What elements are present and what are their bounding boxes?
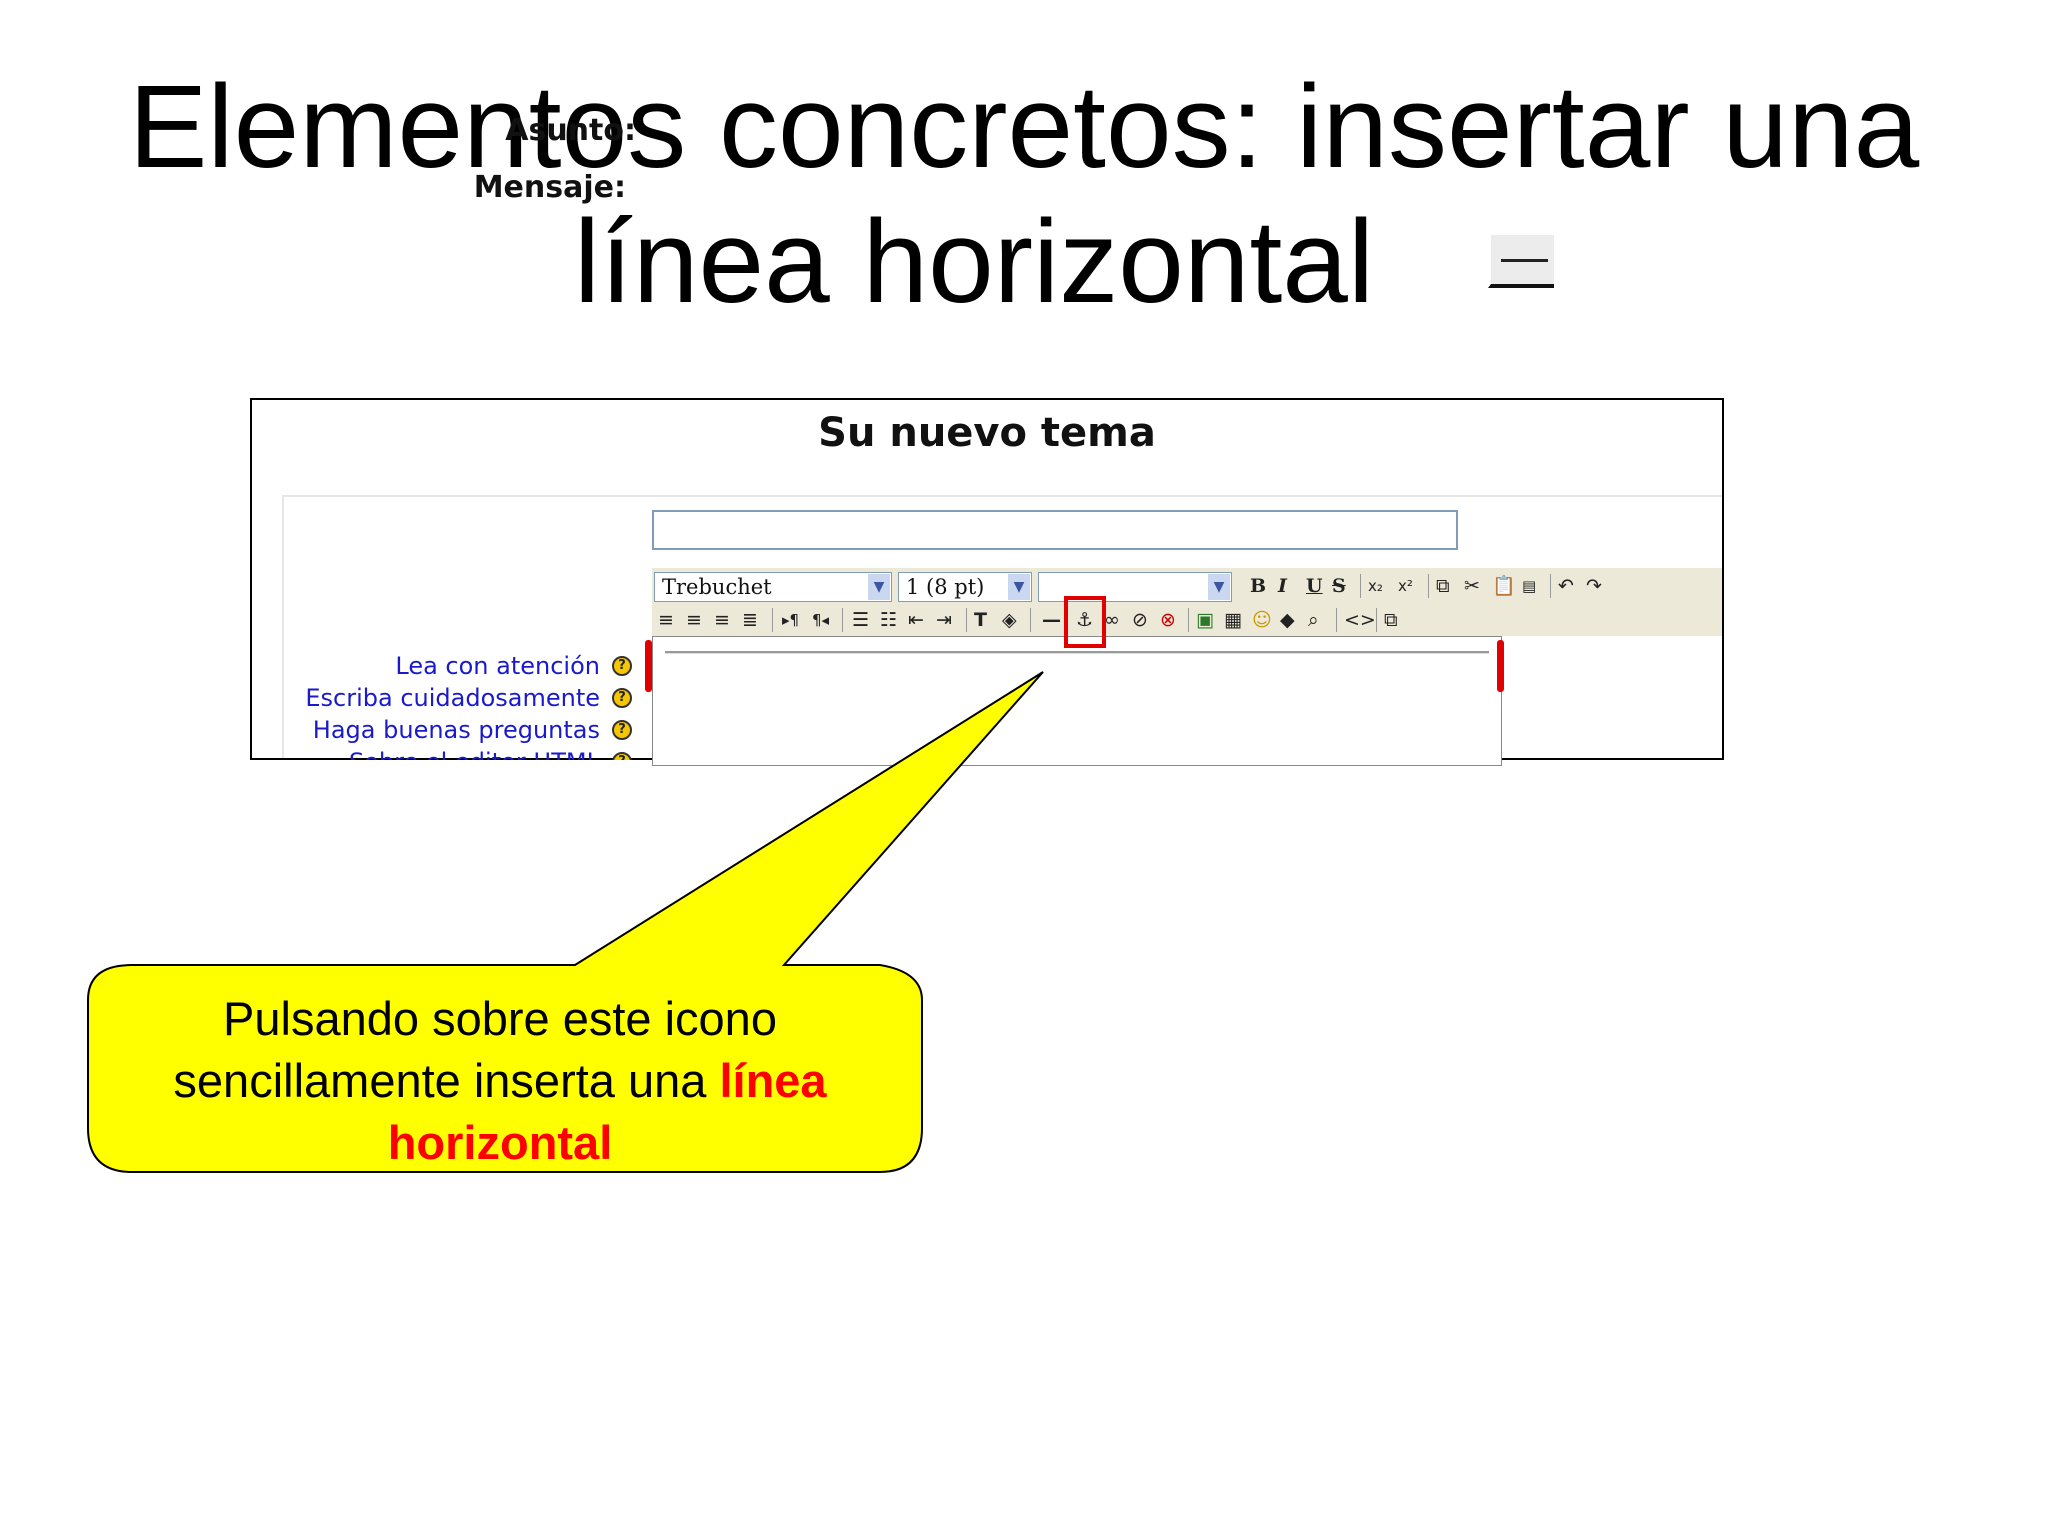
callout-emphasis-2: horizontal — [387, 1116, 613, 1169]
callout-bubble — [87, 671, 1044, 1173]
callout-line2: sencillamente inserta una línea — [100, 1050, 900, 1112]
callout-emphasis-1: línea — [719, 1054, 827, 1107]
callout-text: Pulsando sobre este icono sencillamente … — [100, 988, 900, 1174]
callout-line1: Pulsando sobre este icono — [223, 992, 777, 1045]
callout-line2-text: sencillamente inserta una — [173, 1054, 720, 1107]
